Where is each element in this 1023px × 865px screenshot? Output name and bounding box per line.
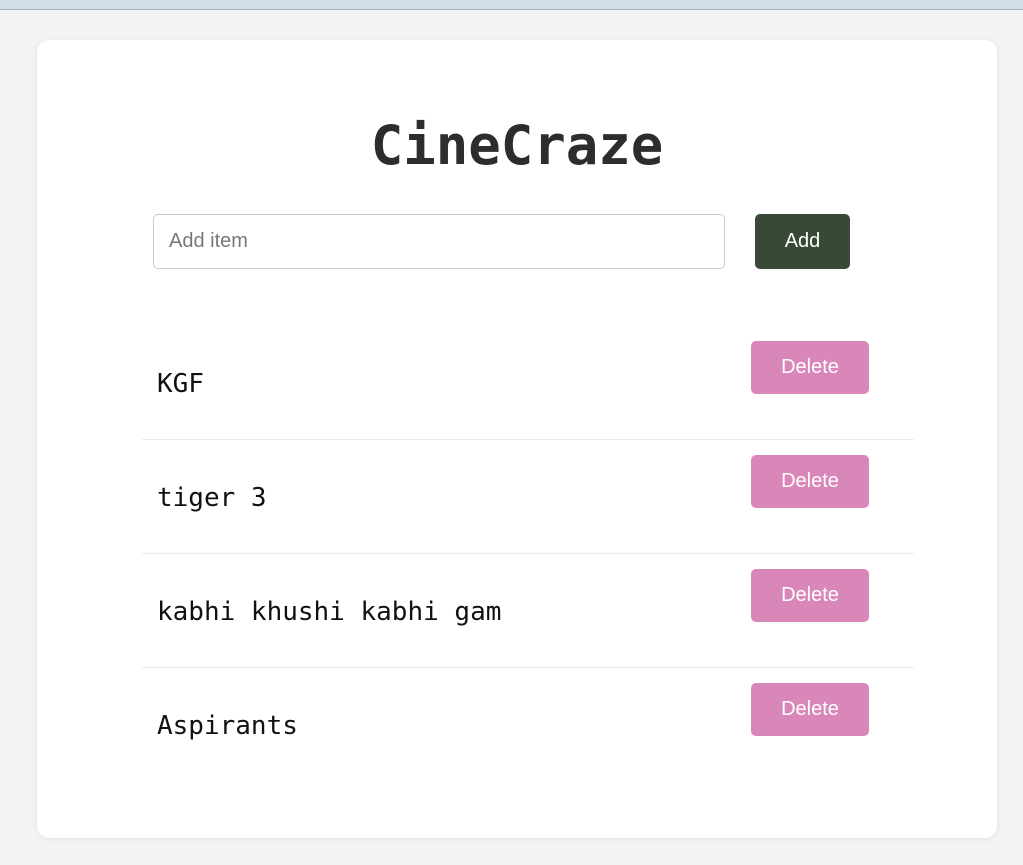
browser-top-bar xyxy=(0,0,1023,10)
list-item: tiger 3 Delete xyxy=(142,440,914,554)
add-button[interactable]: Add xyxy=(755,214,850,269)
list-item: kabhi khushi kabhi gam Delete xyxy=(142,554,914,668)
add-item-input[interactable] xyxy=(153,214,725,269)
list-item-text: tiger 3 xyxy=(157,483,267,513)
delete-button[interactable]: Delete xyxy=(751,569,869,622)
delete-button[interactable]: Delete xyxy=(751,455,869,508)
page-title: CineCraze xyxy=(370,114,664,177)
list-item-text: kabhi khushi kabhi gam xyxy=(157,597,502,627)
list-item: KGF Delete xyxy=(142,326,914,440)
movie-list: KGF Delete tiger 3 Delete kabhi khushi k… xyxy=(142,326,914,782)
list-item-text: Aspirants xyxy=(157,711,298,741)
list-item: Aspirants Delete xyxy=(142,668,914,782)
delete-button[interactable]: Delete xyxy=(751,341,869,394)
delete-button[interactable]: Delete xyxy=(751,683,869,736)
app-card: CineCraze Add KGF Delete tiger 3 Delete … xyxy=(37,40,997,838)
list-item-text: KGF xyxy=(157,369,204,399)
